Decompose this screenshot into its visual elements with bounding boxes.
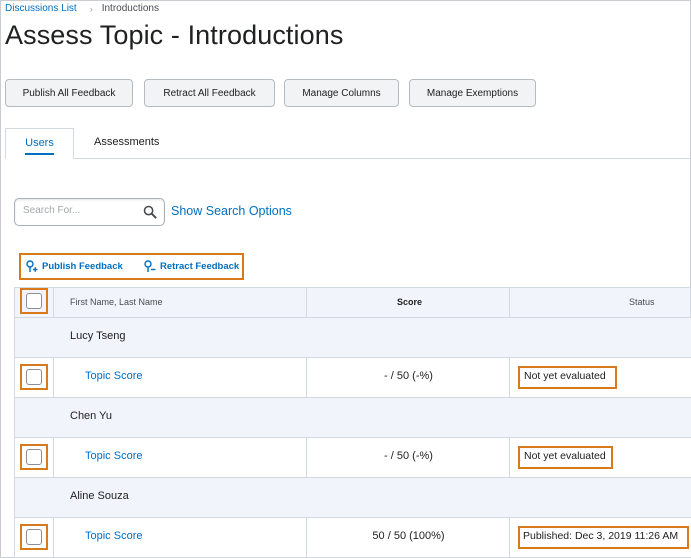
retract-feedback-icon xyxy=(144,260,156,272)
manage-columns-button[interactable]: Manage Columns xyxy=(284,79,399,107)
column-divider xyxy=(509,518,510,558)
table-header-row: First Name, Last Name Score Status xyxy=(14,287,691,318)
status-text: Not yet evaluated xyxy=(524,450,606,462)
header-score: Score xyxy=(397,297,423,307)
retract-feedback-action[interactable]: Retract Feedback xyxy=(144,260,239,273)
score-value: 50 / 50 (100%) xyxy=(372,530,445,542)
table-group-row: Chen Yu xyxy=(14,398,691,438)
column-divider xyxy=(53,518,54,558)
user-name: Lucy Tseng xyxy=(70,330,126,342)
show-search-options-link[interactable]: Show Search Options xyxy=(171,204,292,218)
tab-users-label: Users xyxy=(25,137,54,155)
row-checkbox[interactable] xyxy=(26,369,42,385)
search-icon[interactable] xyxy=(143,205,157,219)
column-divider xyxy=(306,438,307,478)
publish-feedback-icon xyxy=(26,260,38,272)
status-text: Not yet evaluated xyxy=(524,370,606,382)
breadcrumb-current: Introductions xyxy=(101,3,159,14)
row-checkbox[interactable] xyxy=(26,449,42,465)
column-divider xyxy=(509,438,510,478)
retract-all-feedback-button[interactable]: Retract All Feedback xyxy=(144,79,275,107)
search-input[interactable] xyxy=(23,205,141,216)
column-divider xyxy=(509,358,510,398)
page-title: Assess Topic - Introductions xyxy=(5,20,344,50)
publish-all-feedback-button[interactable]: Publish All Feedback xyxy=(5,79,133,107)
header-status: Status xyxy=(629,297,655,307)
tabs-divider xyxy=(5,158,691,159)
column-divider xyxy=(306,358,307,398)
user-name: Chen Yu xyxy=(70,410,113,422)
publish-feedback-action[interactable]: Publish Feedback xyxy=(26,260,123,273)
row-checkbox[interactable] xyxy=(26,529,42,545)
status-text: Published: Dec 3, 2019 11:26 AM xyxy=(523,530,679,542)
column-divider xyxy=(53,358,54,398)
score-value: - / 50 (-%) xyxy=(384,370,433,382)
publish-feedback-label: Publish Feedback xyxy=(42,261,123,272)
breadcrumb: Discussions List › Introductions xyxy=(5,3,159,14)
user-name: Aline Souza xyxy=(70,490,129,502)
column-divider xyxy=(306,518,307,558)
score-value: - / 50 (-%) xyxy=(384,450,433,462)
retract-feedback-label: Retract Feedback xyxy=(160,261,240,272)
tab-assessments[interactable]: Assessments xyxy=(94,136,159,148)
select-all-checkbox[interactable] xyxy=(26,293,42,309)
column-divider xyxy=(53,438,54,478)
topic-score-link[interactable]: Topic Score xyxy=(85,450,142,462)
breadcrumb-discussions-list[interactable]: Discussions List xyxy=(5,3,77,14)
column-divider xyxy=(306,287,307,318)
column-divider xyxy=(509,287,510,318)
manage-exemptions-button[interactable]: Manage Exemptions xyxy=(409,79,536,107)
search-box xyxy=(14,198,165,226)
header-name[interactable]: First Name, Last Name xyxy=(70,297,163,307)
topic-score-link[interactable]: Topic Score xyxy=(85,530,142,542)
column-divider xyxy=(53,287,54,318)
breadcrumb-separator: › xyxy=(89,3,93,14)
tab-users[interactable]: Users xyxy=(5,128,74,159)
topic-score-link[interactable]: Topic Score xyxy=(85,370,142,382)
table-group-row: Lucy Tseng xyxy=(14,318,691,358)
table-group-row: Aline Souza xyxy=(14,478,691,518)
